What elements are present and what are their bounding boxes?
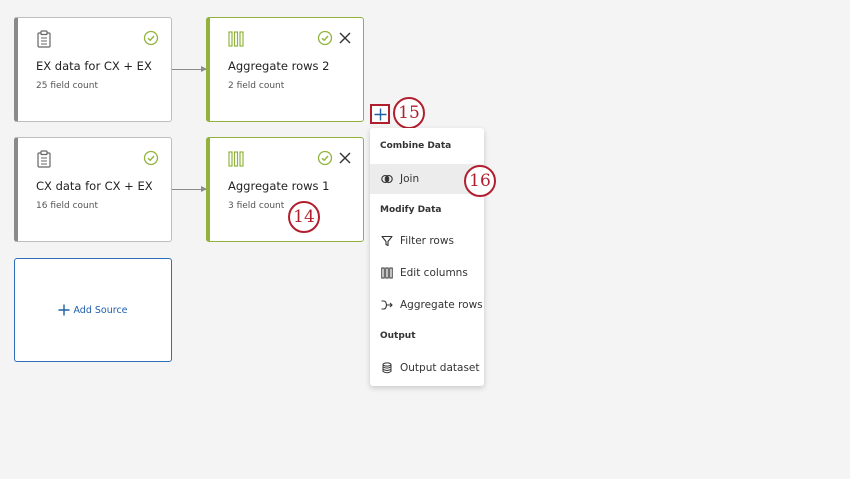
join-icon (381, 174, 393, 184)
close-icon[interactable] (339, 152, 351, 164)
menu-heading-combine: Combine Data (380, 141, 452, 151)
columns-icon (228, 151, 244, 167)
menu-item-label: Output dataset (400, 362, 480, 374)
aggregate-icon (381, 300, 393, 310)
columns-icon (381, 267, 393, 279)
filter-icon (381, 235, 393, 247)
source-field-count: 25 field count (36, 81, 98, 91)
clipboard-icon (37, 30, 51, 48)
source-card-ex[interactable]: EX data for CX + EX 25 field count (14, 17, 172, 122)
aggregate-card-2[interactable]: Aggregate rows 2 2 field count (206, 17, 364, 122)
menu-item-label: Aggregate rows (400, 299, 483, 311)
add-source-label: Add Source (73, 304, 128, 316)
callout-badge-16: 16 (464, 165, 496, 197)
aggregate-card-1[interactable]: Aggregate rows 1 3 field count (206, 137, 364, 242)
source-title: CX data for CX + EX (36, 179, 153, 193)
connector-arrow (172, 186, 207, 192)
close-icon[interactable] (339, 32, 351, 44)
add-step-button[interactable] (370, 104, 390, 124)
menu-item-filter-rows[interactable]: Filter rows (370, 226, 484, 256)
menu-heading-output: Output (380, 331, 416, 341)
plus-icon (374, 108, 386, 120)
columns-icon (228, 31, 244, 47)
menu-item-aggregate-rows[interactable]: Aggregate rows (370, 290, 484, 320)
check-circle-icon (317, 150, 333, 166)
callout-badge-15: 15 (393, 97, 425, 129)
menu-item-label: Edit columns (400, 267, 468, 279)
aggregate-field-count: 3 field count (228, 201, 285, 211)
source-field-count: 16 field count (36, 201, 98, 211)
check-circle-icon (317, 30, 333, 46)
database-icon (382, 362, 392, 374)
menu-item-edit-columns[interactable]: Edit columns (370, 258, 484, 288)
aggregate-title: Aggregate rows 1 (228, 179, 330, 193)
source-title: EX data for CX + EX (36, 59, 152, 73)
check-circle-icon (143, 30, 159, 46)
add-source-button[interactable]: Add Source (14, 258, 172, 362)
callout-badge-14: 14 (288, 201, 320, 233)
menu-item-label: Filter rows (400, 235, 454, 247)
add-step-menu: Combine Data Join Modify Data Filter row… (370, 128, 484, 386)
aggregate-title: Aggregate rows 2 (228, 59, 330, 73)
check-circle-icon (143, 150, 159, 166)
clipboard-icon (37, 150, 51, 168)
plus-icon (58, 304, 70, 316)
connector-arrow (172, 66, 207, 72)
aggregate-field-count: 2 field count (228, 81, 285, 91)
menu-item-output-dataset[interactable]: Output dataset (370, 353, 484, 383)
source-card-cx[interactable]: CX data for CX + EX 16 field count (14, 137, 172, 242)
menu-item-label: Join (400, 173, 420, 185)
menu-heading-modify: Modify Data (380, 205, 442, 215)
